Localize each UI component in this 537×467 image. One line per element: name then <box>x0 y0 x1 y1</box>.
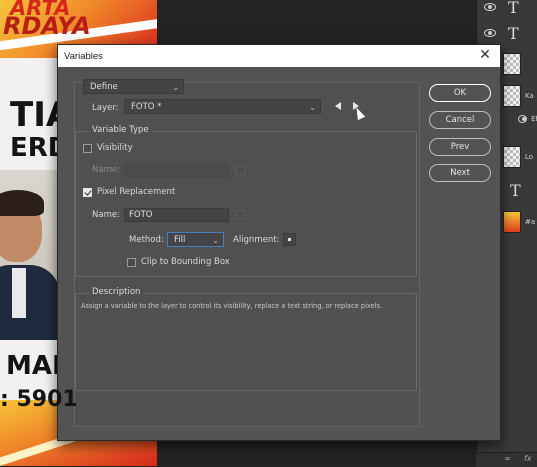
cancel-button[interactable]: Cancel <box>429 111 491 129</box>
visibility-label: Visibility <box>97 143 133 153</box>
eye-icon[interactable] <box>484 3 496 11</box>
method-label: Method: <box>129 235 164 245</box>
pixel-name-options <box>236 210 245 219</box>
doc-photo-shirt <box>12 268 26 318</box>
variables-panel: Define ⌄ Layer: FOTO * ⌄ Variable Type V… <box>74 79 420 427</box>
clip-bounding-box-label: Clip to Bounding Box <box>141 257 230 267</box>
visibility-name-label: Name: <box>92 165 120 175</box>
method-select-value: Fill <box>174 235 186 245</box>
layer-thumbnail <box>503 146 521 168</box>
description-text: Assign a variable to the layer to contro… <box>81 302 383 310</box>
clip-bounding-box-checkbox[interactable] <box>127 258 136 267</box>
layer-row[interactable]: T <box>477 0 537 17</box>
ok-button[interactable]: OK <box>429 84 491 102</box>
layer-name: #a <box>525 218 536 226</box>
close-icon[interactable]: ✕ <box>478 47 492 63</box>
layer-name: Lo <box>525 153 534 161</box>
description-title: Description <box>89 287 144 297</box>
method-select[interactable]: Fill ⌄ <box>167 232 224 247</box>
layer-label: Layer: <box>92 103 119 113</box>
pixel-replacement-label: Pixel Replacement <box>97 187 176 197</box>
eye-icon[interactable] <box>484 29 496 37</box>
text-layer-icon: T <box>508 0 519 17</box>
define-select-value: Define <box>90 82 118 92</box>
pixel-replacement-checkbox[interactable] <box>83 188 92 197</box>
dialog-titlebar[interactable]: Variables ✕ <box>58 45 500 67</box>
visibility-name-options <box>236 166 245 175</box>
layer-name: Ka <box>525 92 534 100</box>
layers-footer: ∞ fx <box>476 452 537 467</box>
variable-type-title: Variable Type <box>89 125 152 135</box>
prev-button[interactable]: Prev <box>429 138 491 156</box>
alignment-label: Alignment: <box>233 235 280 245</box>
text-layer-icon: T <box>510 180 521 200</box>
chevron-down-icon: ⌄ <box>172 83 179 92</box>
visibility-checkbox[interactable] <box>83 144 92 153</box>
layer-select-value: FOTO * <box>131 102 162 112</box>
define-select[interactable]: Define ⌄ <box>83 79 184 94</box>
visibility-name-field[interactable] <box>124 164 229 178</box>
dialog-title: Variables <box>64 51 103 62</box>
variable-type-group: Variable Type Visibility Name: Pixel Rep… <box>75 125 417 277</box>
layer-select[interactable]: FOTO * ⌄ <box>124 99 321 114</box>
next-button[interactable]: Next <box>429 164 491 182</box>
pixel-name-label: Name: <box>92 210 120 220</box>
layer-thumbnail <box>503 53 521 75</box>
layer-thumbnail <box>503 211 521 233</box>
chevron-down-icon: ⌄ <box>212 236 219 245</box>
layer-row[interactable]: T <box>477 23 537 43</box>
doc-id-number: : 5901 <box>0 387 78 412</box>
layer-name: Ef <box>531 115 537 123</box>
eye-icon[interactable] <box>518 115 528 123</box>
layer-thumbnail <box>503 85 521 107</box>
link-layers-icon[interactable]: ∞ <box>504 454 511 463</box>
previous-layer-icon[interactable] <box>335 102 341 110</box>
doc-banner-line-2: RDAYA <box>3 12 91 40</box>
fx-icon[interactable]: fx <box>524 454 532 463</box>
text-layer-icon: T <box>508 23 519 43</box>
mouse-cursor-icon <box>352 105 366 121</box>
doc-photo-suit <box>0 265 60 340</box>
pixel-name-field[interactable]: FOTO <box>124 208 229 222</box>
variables-dialog: Variables ✕ Define ⌄ Layer: FOTO * ⌄ Var… <box>57 44 501 441</box>
doc-photo-hair <box>0 190 44 216</box>
description-group: Description Assign a variable to the lay… <box>75 287 417 391</box>
alignment-grid-button[interactable] <box>283 233 296 246</box>
chevron-down-icon: ⌄ <box>309 103 316 112</box>
